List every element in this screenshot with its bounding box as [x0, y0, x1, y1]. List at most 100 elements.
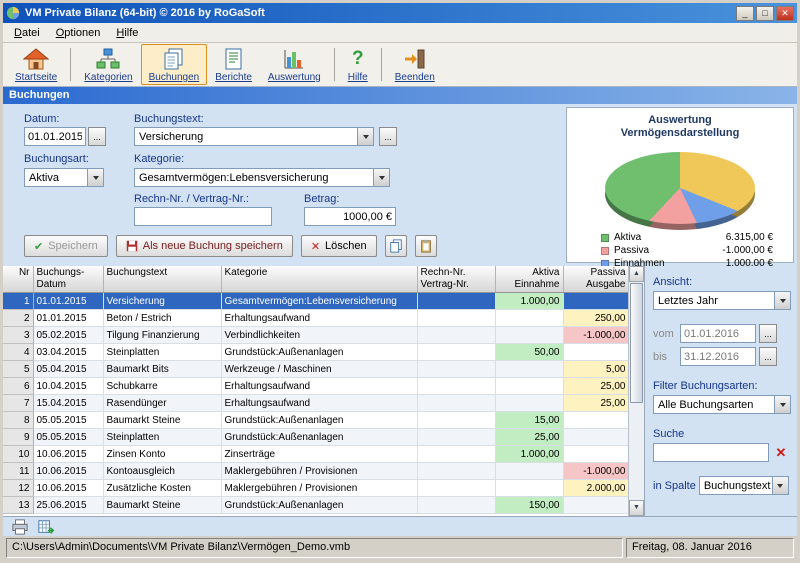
cell-rechn[interactable]	[417, 463, 495, 480]
cell-kategorie[interactable]: Werkzeuge / Maschinen	[221, 361, 417, 378]
scroll-up-icon[interactable]: ▲	[629, 266, 644, 282]
bis-picker-button[interactable]: ...	[759, 347, 777, 366]
cell-text[interactable]: Baumarkt Steine	[103, 497, 221, 514]
menu-datei[interactable]: Datei	[6, 25, 48, 41]
speichern-button[interactable]: ✔ Speichern	[24, 235, 108, 257]
cell-nr[interactable]: 13	[3, 497, 33, 514]
cell-aktiva[interactable]	[495, 395, 563, 412]
cell-rechn[interactable]	[417, 429, 495, 446]
cell-kategorie[interactable]: Verbindlichkeiten	[221, 327, 417, 344]
cell-passiva[interactable]: 2.000,00	[563, 480, 629, 497]
table-row[interactable]: 715.04.2015RasendüngerErhaltungsaufwand2…	[3, 395, 629, 412]
cell-nr[interactable]: 10	[3, 446, 33, 463]
cell-datum[interactable]: 05.05.2015	[33, 429, 103, 446]
table-row[interactable]: 905.05.2015SteinplattenGrundstück:Außena…	[3, 429, 629, 446]
chevron-down-icon[interactable]	[774, 292, 790, 309]
cell-nr[interactable]: 6	[3, 378, 33, 395]
cell-passiva[interactable]	[563, 293, 629, 310]
table-row[interactable]: 201.01.2015Beton / EstrichErhaltungsaufw…	[3, 310, 629, 327]
datum-input[interactable]	[24, 127, 86, 146]
cell-nr[interactable]: 1	[3, 293, 33, 310]
cell-datum[interactable]: 05.05.2015	[33, 412, 103, 429]
cell-text[interactable]: Versicherung	[103, 293, 221, 310]
table-row[interactable]: 610.04.2015SchubkarreErhaltungsaufwand25…	[3, 378, 629, 395]
cell-aktiva[interactable]: 150,00	[495, 497, 563, 514]
table-scrollbar[interactable]: ▲ ▼	[628, 266, 644, 516]
cell-datum[interactable]: 05.04.2015	[33, 361, 103, 378]
cell-passiva[interactable]	[563, 412, 629, 429]
cell-passiva[interactable]: 25,00	[563, 395, 629, 412]
cell-rechn[interactable]	[417, 395, 495, 412]
loeschen-button[interactable]: ✕ Löschen	[301, 235, 377, 257]
cell-kategorie[interactable]: Grundstück:Außenanlagen	[221, 429, 417, 446]
cell-datum[interactable]: 10.06.2015	[33, 463, 103, 480]
header-rechn-nr[interactable]: Rechn-Nr. Vertrag-Nr.	[417, 266, 495, 293]
chevron-down-icon[interactable]	[772, 477, 788, 494]
cell-rechn[interactable]	[417, 344, 495, 361]
buchungsart-combo[interactable]: Aktiva	[24, 168, 104, 187]
cell-nr[interactable]: 11	[3, 463, 33, 480]
cell-aktiva[interactable]	[495, 378, 563, 395]
cell-aktiva[interactable]	[495, 463, 563, 480]
betrag-input[interactable]	[304, 207, 396, 226]
toolbar-berichte[interactable]: Berichte	[207, 44, 260, 85]
chevron-down-icon[interactable]	[774, 396, 790, 413]
cell-datum[interactable]: 10.06.2015	[33, 480, 103, 497]
cell-kategorie[interactable]: Gesamtvermögen:Lebensversicherung	[221, 293, 417, 310]
buchungstext-more-button[interactable]: ...	[379, 127, 397, 146]
table-row[interactable]: 101.01.2015VersicherungGesamtvermögen:Le…	[3, 293, 629, 310]
cell-aktiva[interactable]: 25,00	[495, 429, 563, 446]
cell-nr[interactable]: 5	[3, 361, 33, 378]
cell-text[interactable]: Tilgung Finanzierung	[103, 327, 221, 344]
als-neue-buchung-speichern-button[interactable]: Als neue Buchung speichern	[116, 235, 293, 257]
cell-aktiva[interactable]	[495, 327, 563, 344]
export-button[interactable]	[35, 518, 57, 536]
cell-nr[interactable]: 3	[3, 327, 33, 344]
cell-text[interactable]: Schubkarre	[103, 378, 221, 395]
cell-text[interactable]: Rasendünger	[103, 395, 221, 412]
cell-passiva[interactable]: 5,00	[563, 361, 629, 378]
menu-hilfe[interactable]: Hilfe	[108, 25, 146, 41]
toolbar-hilfe[interactable]: ? Hilfe	[340, 44, 376, 85]
scroll-thumb[interactable]	[630, 283, 643, 403]
header-nr[interactable]: Nr	[3, 266, 33, 293]
table-row[interactable]: 805.05.2015Baumarkt SteineGrundstück:Auß…	[3, 412, 629, 429]
cell-nr[interactable]: 2	[3, 310, 33, 327]
datum-picker-button[interactable]: ...	[88, 127, 106, 146]
cell-datum[interactable]: 05.02.2015	[33, 327, 103, 344]
cell-kategorie[interactable]: Maklergebühren / Provisionen	[221, 480, 417, 497]
cell-rechn[interactable]	[417, 293, 495, 310]
header-kategorie[interactable]: Kategorie	[221, 266, 417, 293]
toolbar-auswertung[interactable]: Auswertung	[260, 44, 329, 85]
cell-datum[interactable]: 01.01.2015	[33, 310, 103, 327]
cell-rechn[interactable]	[417, 446, 495, 463]
cell-nr[interactable]: 12	[3, 480, 33, 497]
cell-text[interactable]: Steinplatten	[103, 344, 221, 361]
table-row[interactable]: 1325.06.2015Baumarkt SteineGrundstück:Au…	[3, 497, 629, 514]
minimize-button[interactable]: _	[736, 6, 754, 21]
rechn-nr-input[interactable]	[134, 207, 272, 226]
cell-aktiva[interactable]	[495, 310, 563, 327]
spalte-combo[interactable]: Buchungstext	[699, 476, 789, 495]
buchungstext-combo[interactable]: Versicherung	[134, 127, 374, 146]
header-aktiva[interactable]: Aktiva Einnahme	[495, 266, 563, 293]
cell-text[interactable]: Kontoausgleich	[103, 463, 221, 480]
cell-rechn[interactable]	[417, 412, 495, 429]
table-row[interactable]: 1110.06.2015KontoausgleichMaklergebühren…	[3, 463, 629, 480]
vom-input[interactable]	[680, 324, 756, 343]
filter-combo[interactable]: Alle Buchungsarten	[653, 395, 791, 414]
table-row[interactable]: 1210.06.2015Zusätzliche KostenMaklergebü…	[3, 480, 629, 497]
cell-datum[interactable]: 10.06.2015	[33, 446, 103, 463]
cell-datum[interactable]: 10.04.2015	[33, 378, 103, 395]
cell-rechn[interactable]	[417, 361, 495, 378]
ansicht-combo[interactable]: Letztes Jahr	[653, 291, 791, 310]
cell-text[interactable]: Zinsen Konto	[103, 446, 221, 463]
cell-nr[interactable]: 4	[3, 344, 33, 361]
cell-passiva[interactable]	[563, 446, 629, 463]
paste-booking-button[interactable]	[415, 235, 437, 257]
toolbar-kategorien[interactable]: Kategorien	[76, 44, 140, 85]
table-row[interactable]: 1010.06.2015Zinsen KontoZinserträge1.000…	[3, 446, 629, 463]
cell-passiva[interactable]: -1.000,00	[563, 327, 629, 344]
cell-datum[interactable]: 01.01.2015	[33, 293, 103, 310]
bis-input[interactable]	[680, 347, 756, 366]
